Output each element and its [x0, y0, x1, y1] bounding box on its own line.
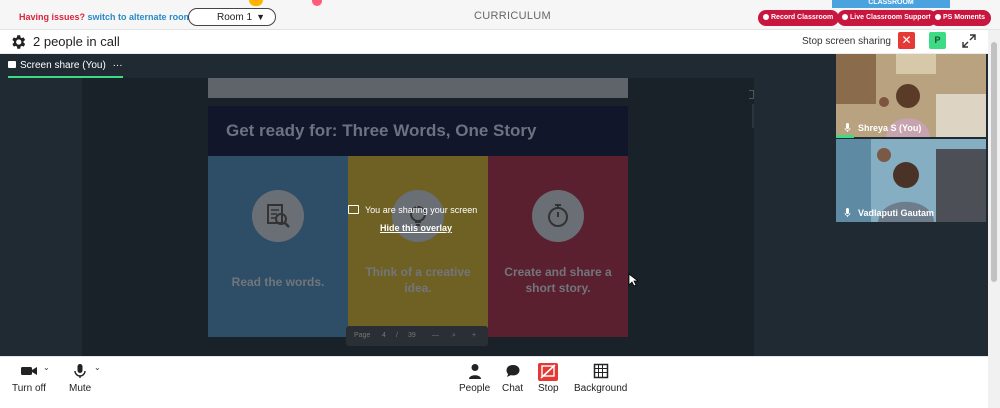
issues-text: Having issues? [19, 12, 86, 22]
video-camera-icon [20, 367, 37, 375]
support-label: Live Classroom Support [850, 14, 931, 21]
call-toolbar: Turn off ⌄ Mute ⌄ People Chat Stop Backg… [0, 356, 988, 408]
profile-badge[interactable]: P [929, 32, 946, 49]
mute-button[interactable]: Mute [69, 363, 91, 394]
people-button[interactable]: People [459, 363, 490, 394]
participant-video-tile[interactable]: Shreya S (You) [836, 54, 986, 137]
panel-text: short story. [525, 281, 591, 295]
stop-label: Stop [538, 383, 559, 394]
alternate-room-link[interactable]: switch to alternate room [88, 12, 192, 22]
screen-share-tab-label: Screen share (You) [20, 60, 106, 71]
slide-pager: Page 4 / 39 — ⌕ + [346, 326, 488, 346]
issues-notice: Having issues? switch to alternate room [19, 12, 192, 22]
edge-bracket [749, 90, 754, 99]
people-in-call-count: 2 people in call [33, 34, 120, 49]
record-classroom-button[interactable]: Record Classroom [758, 10, 840, 26]
chat-label: Chat [502, 383, 524, 394]
screen-share-tab[interactable]: Screen share (You) ··· [8, 60, 123, 71]
microphone-icon [844, 208, 851, 217]
call-header: 2 people in call Stop screen sharing ✕ P [0, 30, 988, 54]
sharing-overlay-text: You are sharing your screen [365, 205, 478, 215]
background-pattern-icon [593, 363, 608, 379]
classroom-logo: CLASSROOM [832, 0, 950, 8]
participant-video-tile[interactable]: Vadlaputi Gautam [836, 139, 986, 222]
mouse-cursor-icon [628, 273, 638, 287]
close-icon[interactable]: ✕ [898, 32, 915, 49]
microphone-icon [74, 364, 86, 378]
support-icon [842, 14, 848, 20]
caret-down-icon: ▼ [256, 12, 265, 22]
zoom-in-icon[interactable]: + [472, 332, 476, 339]
microphone-icon [844, 123, 851, 132]
slide-panel-create: Create and share a short story. [488, 156, 628, 337]
record-icon [763, 14, 769, 20]
decorative-shape [312, 0, 322, 6]
gear-icon[interactable] [9, 33, 27, 51]
more-options-icon[interactable]: ··· [113, 60, 123, 71]
zoom-magnifier-icon[interactable]: ⌕ [452, 332, 456, 340]
room-label: Room 1 [217, 12, 253, 23]
classroom-app: Having issues? switch to alternate room … [0, 0, 1000, 408]
background-label: Background [574, 383, 628, 394]
panel-text: Think of a creative [365, 265, 471, 279]
chevron-down-icon[interactable]: ⌄ [94, 363, 101, 372]
scrollbar-thumb[interactable] [991, 42, 997, 282]
stop-sharing-icon [538, 363, 559, 381]
slide-title: Get ready for: Three Words, One Story [226, 121, 537, 140]
edge-line [752, 104, 754, 128]
moments-label: PS Moments [943, 14, 986, 21]
mute-label: Mute [69, 383, 92, 394]
lightbulb-icon [392, 190, 444, 242]
person-icon [468, 364, 481, 379]
share-upload-icon [348, 205, 359, 214]
chat-button[interactable]: Chat [502, 363, 523, 394]
pager-separator: / [396, 332, 398, 339]
decorative-shape [249, 0, 263, 6]
chevron-down-icon[interactable]: ⌄ [43, 363, 50, 372]
ps-moments-button[interactable]: PS Moments [930, 10, 992, 26]
live-support-button[interactable]: Live Classroom Support [837, 10, 937, 26]
participant-name: Shreya S (You) [858, 123, 922, 133]
sharing-overlay-message: You are sharing your screen [348, 205, 477, 215]
panel-text: Read the words. [231, 275, 325, 289]
turn-off-label: Turn off [12, 383, 46, 394]
panel-text: idea. [404, 281, 432, 295]
chat-bubble-icon [506, 365, 520, 377]
pager-total-pages: 39 [408, 332, 416, 339]
stop-screen-sharing-link[interactable]: Stop screen sharing [802, 36, 891, 47]
speaking-indicator [836, 135, 854, 138]
pager-current-page[interactable]: 4 [382, 332, 386, 339]
slide-panel-read: Read the words. [208, 156, 348, 337]
top-bar: Having issues? switch to alternate room … [0, 0, 1000, 30]
hide-overlay-link[interactable]: Hide this overlay [380, 223, 452, 233]
record-label: Record Classroom [771, 14, 834, 21]
people-label: People [459, 383, 491, 394]
screen-share-icon [8, 61, 16, 68]
stopwatch-icon [532, 190, 584, 242]
turn-off-video-button[interactable]: Turn off [12, 363, 46, 394]
moments-icon [935, 14, 941, 20]
slide-panel-think: Think of a creative idea. [348, 156, 488, 337]
expand-icon[interactable] [962, 34, 976, 48]
slide-header-strip [208, 78, 628, 98]
curriculum-title: CURRICULUM [474, 10, 551, 22]
background-button[interactable]: Background [574, 363, 627, 394]
zoom-out-icon[interactable]: — [432, 332, 439, 339]
panel-text: Create and share a [504, 265, 612, 279]
pager-page-label: Page [354, 332, 371, 339]
participant-name: Vadlaputi Gautam [858, 208, 935, 218]
page-scrollbar[interactable] [988, 30, 1000, 408]
magnifier-document-icon [252, 190, 304, 242]
room-selector[interactable]: Room 1 ▼ [188, 8, 276, 26]
stop-share-button[interactable]: Stop [538, 363, 559, 394]
